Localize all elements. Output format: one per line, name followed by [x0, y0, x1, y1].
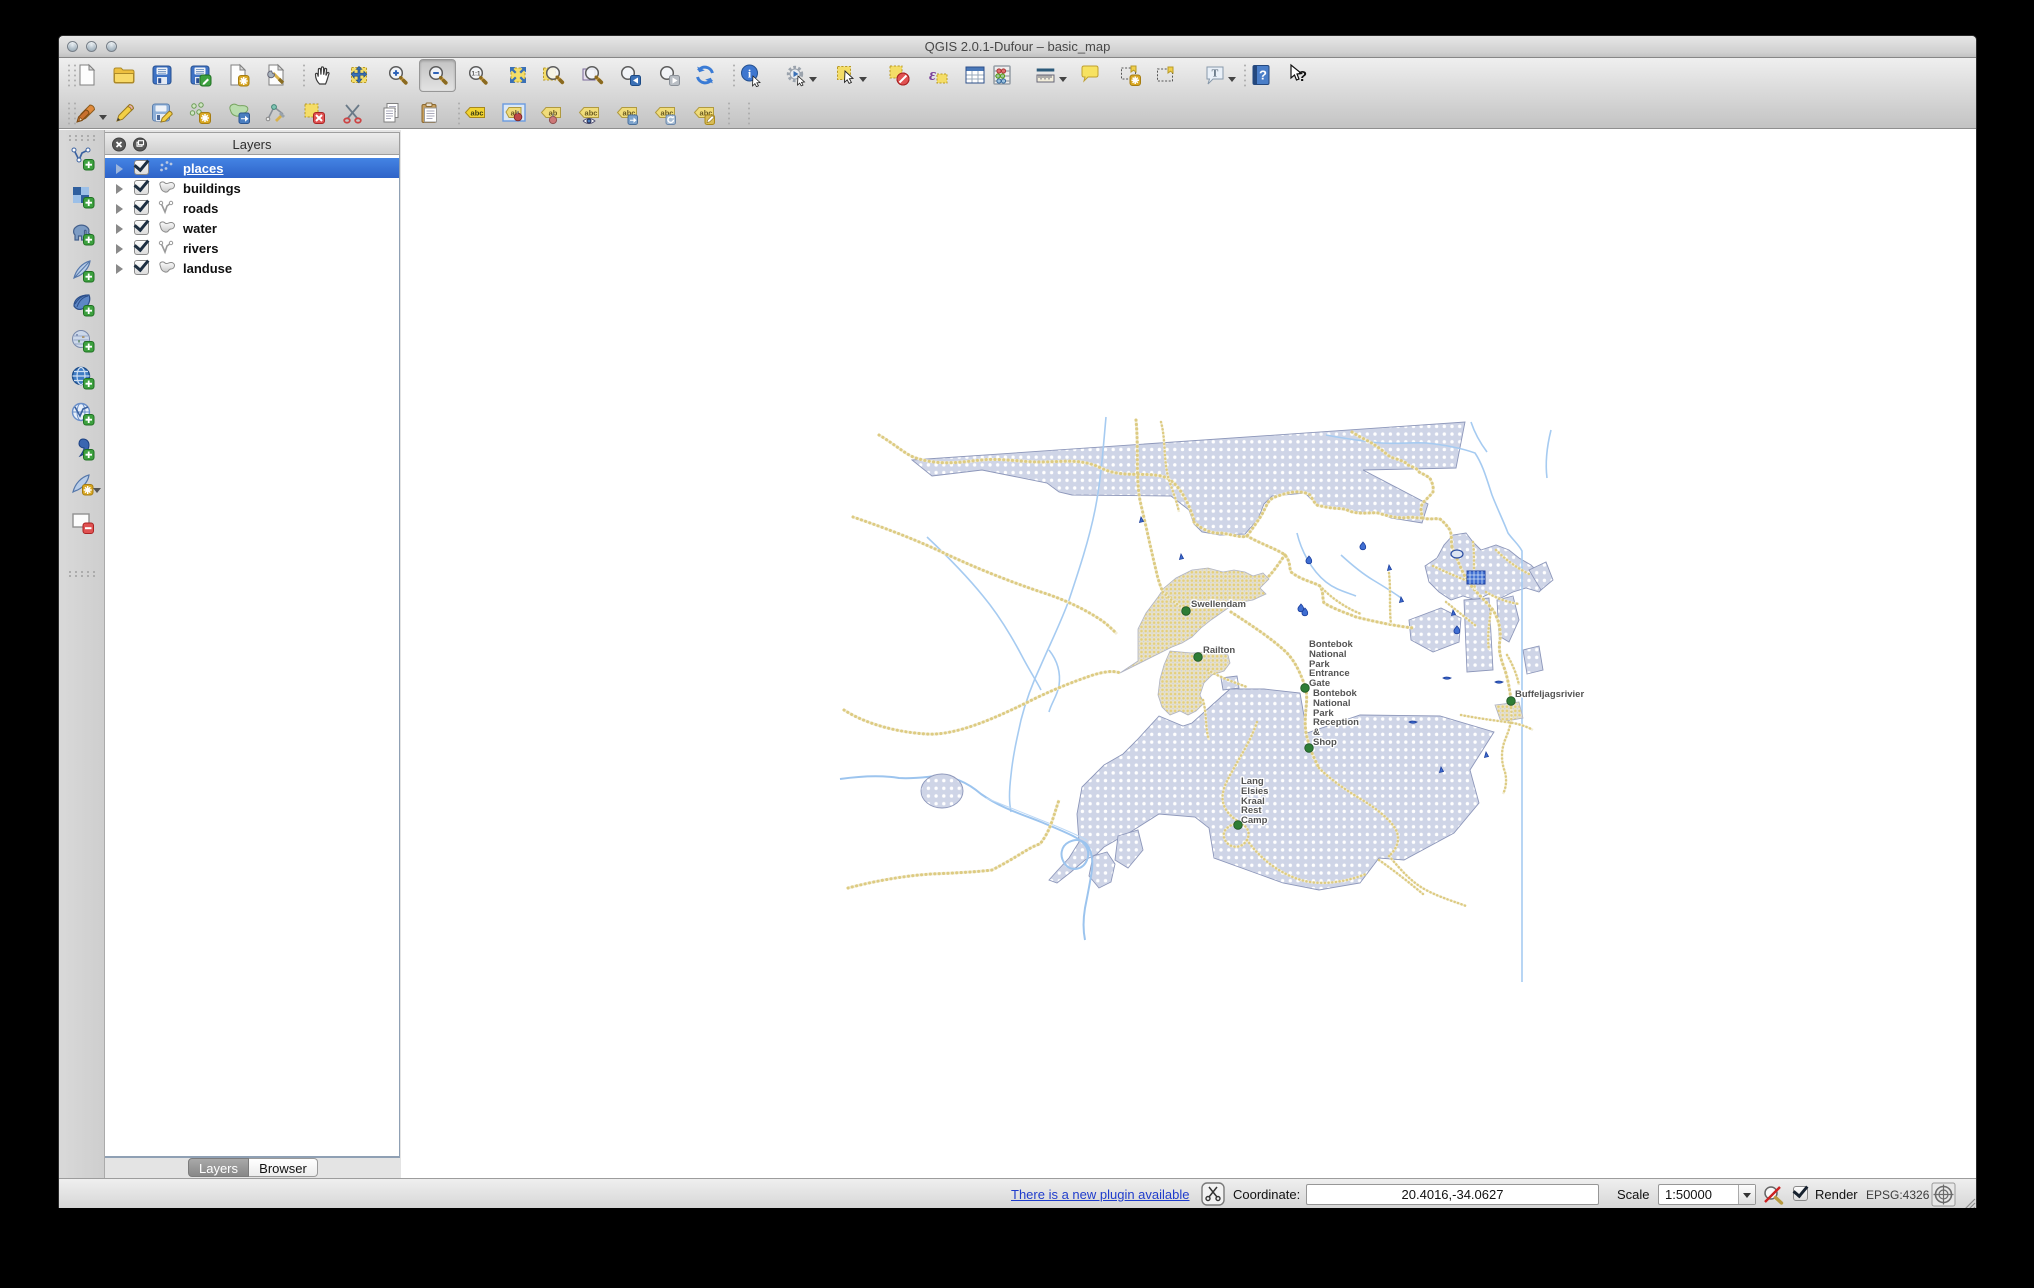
svg-text:Buffeljagsrivier: Buffeljagsrivier — [1515, 689, 1584, 700]
svg-text:?: ? — [1298, 68, 1307, 85]
svg-text:Swellendam: Swellendam — [1191, 599, 1246, 610]
svg-text:abc: abc — [471, 109, 484, 118]
svg-text:Shop: Shop — [1313, 737, 1337, 748]
svg-text:?: ? — [1259, 68, 1267, 83]
svg-text:1:1: 1:1 — [472, 70, 482, 77]
svg-text:ε: ε — [929, 65, 936, 84]
svg-text:Camp: Camp — [1241, 815, 1268, 826]
svg-text:T: T — [1212, 69, 1219, 80]
svg-text:Railton: Railton — [1203, 645, 1235, 656]
svg-text:Reception: Reception — [1313, 717, 1359, 728]
svg-text:abc: abc — [585, 109, 598, 118]
